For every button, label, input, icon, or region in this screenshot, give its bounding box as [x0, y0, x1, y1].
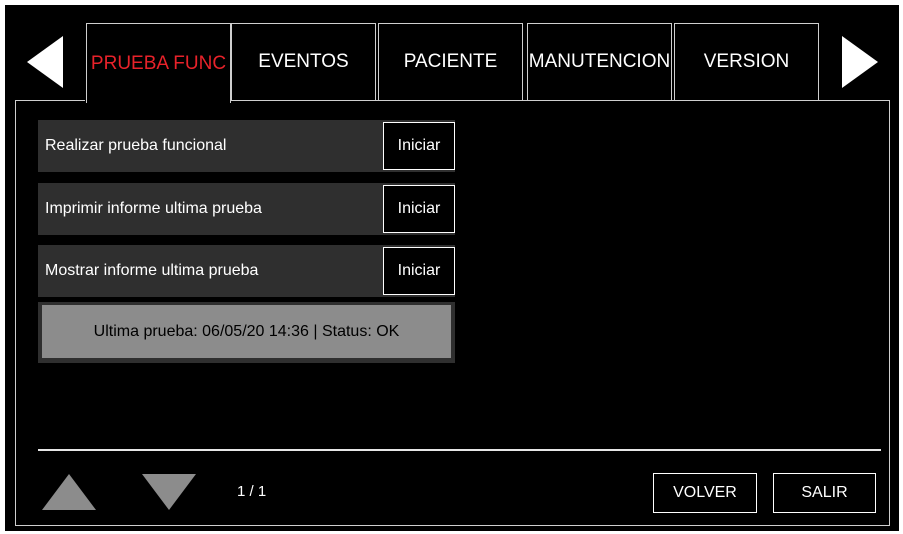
tab-prueba-func[interactable]: PRUEBA FUNC	[86, 23, 231, 103]
iniciar-imprimir-button[interactable]: Iniciar	[383, 185, 455, 233]
app-frame: PRUEBA FUNC EVENTOS PACIENTE MANUTENCION…	[5, 5, 899, 531]
list-item-mostrar-informe: Mostrar informe ultima prueba Iniciar	[38, 245, 455, 297]
page-indicator: 1 / 1	[237, 483, 267, 500]
triangle-left-icon	[27, 36, 63, 88]
tab-prev-button[interactable]	[20, 23, 70, 101]
row-label: Mostrar informe ultima prueba	[45, 262, 259, 279]
row-label: Realizar prueba funcional	[45, 137, 227, 154]
status-panel: Ultima prueba: 06/05/20 14:36 | Status: …	[38, 302, 455, 363]
triangle-right-icon	[842, 36, 878, 88]
salir-button[interactable]: SALIR	[773, 473, 876, 513]
triangle-up-icon	[42, 474, 96, 510]
volver-button[interactable]: VOLVER	[653, 473, 757, 513]
iniciar-mostrar-button[interactable]: Iniciar	[383, 247, 455, 295]
tab-version[interactable]: VERSION	[674, 23, 819, 101]
row-label: Imprimir informe ultima prueba	[45, 200, 262, 217]
tab-paciente[interactable]: PACIENTE	[378, 23, 523, 101]
iniciar-prueba-button[interactable]: Iniciar	[383, 122, 455, 170]
footer-divider	[38, 449, 881, 451]
list-item-realizar-prueba: Realizar prueba funcional Iniciar	[38, 120, 455, 172]
status-text: Ultima prueba: 06/05/20 14:36 | Status: …	[42, 305, 451, 358]
list-item-imprimir-informe: Imprimir informe ultima prueba Iniciar	[38, 183, 455, 235]
tab-eventos[interactable]: EVENTOS	[231, 23, 376, 101]
scroll-down-button[interactable]	[140, 472, 198, 517]
scroll-up-button[interactable]	[40, 472, 98, 517]
tab-next-button[interactable]	[835, 23, 885, 101]
triangle-down-icon	[142, 474, 196, 510]
tab-manutencion[interactable]: MANUTENCION	[527, 23, 672, 101]
